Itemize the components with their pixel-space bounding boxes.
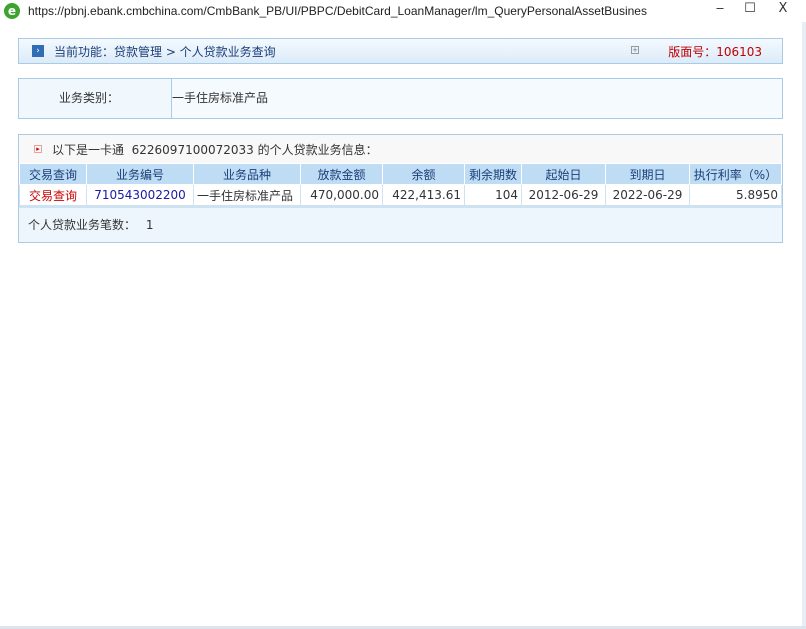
- count-label: 个人贷款业务笔数：: [28, 218, 137, 232]
- triangle-icon: ▸: [34, 145, 42, 153]
- loan-table: 交易查询 业务编号 业务品种 放款金额 余额 剩余期数 起始日 到期日 执行利率…: [19, 163, 782, 206]
- remaining-periods: 104: [464, 184, 522, 206]
- count-row: 个人贷款业务笔数： 1: [19, 206, 782, 242]
- col-header: 起始日: [521, 163, 606, 185]
- col-header: 剩余期数: [464, 163, 522, 185]
- category-value: 一手住房标准产品: [172, 79, 782, 118]
- col-header: 交易查询: [19, 163, 87, 185]
- ie-icon: e: [4, 3, 20, 19]
- window-border: [802, 22, 806, 629]
- minimize-button[interactable]: ‒: [705, 0, 735, 20]
- loan-info-panel: ▸ 以下是一卡通 6226097100072033 的个人贷款业务信息： 交易查…: [18, 134, 783, 243]
- title-bar: e https://pbnj.ebank.cmbchina.com/CmbBan…: [0, 0, 806, 22]
- col-header: 业务品种: [193, 163, 301, 185]
- caption-text: 以下是一卡通 6226097100072033 的个人贷款业务信息：: [52, 142, 378, 157]
- start-date: 2012-06-29: [521, 184, 606, 206]
- window-url: https://pbnj.ebank.cmbchina.com/CmbBank_…: [28, 4, 647, 18]
- maximize-button[interactable]: ☐: [735, 0, 765, 20]
- loan-amount: 470,000.00: [300, 184, 383, 206]
- col-header: 余额: [382, 163, 465, 185]
- col-header: 放款金额: [300, 163, 383, 185]
- col-header: 执行利率（%）: [689, 163, 782, 185]
- info-caption: ▸ 以下是一卡通 6226097100072033 的个人贷款业务信息：: [19, 135, 782, 163]
- table-row: 交易查询 710543002200 一手住房标准产品 470,000.00 42…: [19, 184, 782, 206]
- count-value: 1: [145, 218, 154, 232]
- function-header: › 当前功能：贷款管理 > 个人贷款业务查询 + 版面号：106103: [18, 38, 783, 64]
- expand-icon[interactable]: +: [631, 46, 639, 54]
- col-header: 业务编号: [86, 163, 194, 185]
- transaction-query-link[interactable]: 交易查询: [19, 184, 87, 206]
- close-button[interactable]: X: [768, 0, 798, 20]
- business-type: 一手住房标准产品: [193, 184, 301, 206]
- nav-arrow-icon: ›: [32, 45, 44, 57]
- end-date: 2022-06-29: [605, 184, 690, 206]
- version-number: 版面号：106103: [668, 44, 762, 59]
- breadcrumb: 当前功能：贷款管理 > 个人贷款业务查询: [54, 44, 276, 59]
- balance: 422,413.61: [382, 184, 465, 206]
- col-header: 到期日: [605, 163, 690, 185]
- business-number: 710543002200: [86, 184, 194, 206]
- interest-rate: 5.8950: [689, 184, 782, 206]
- category-label: 业务类别：: [19, 79, 172, 118]
- category-row: 业务类别： 一手住房标准产品: [18, 78, 783, 119]
